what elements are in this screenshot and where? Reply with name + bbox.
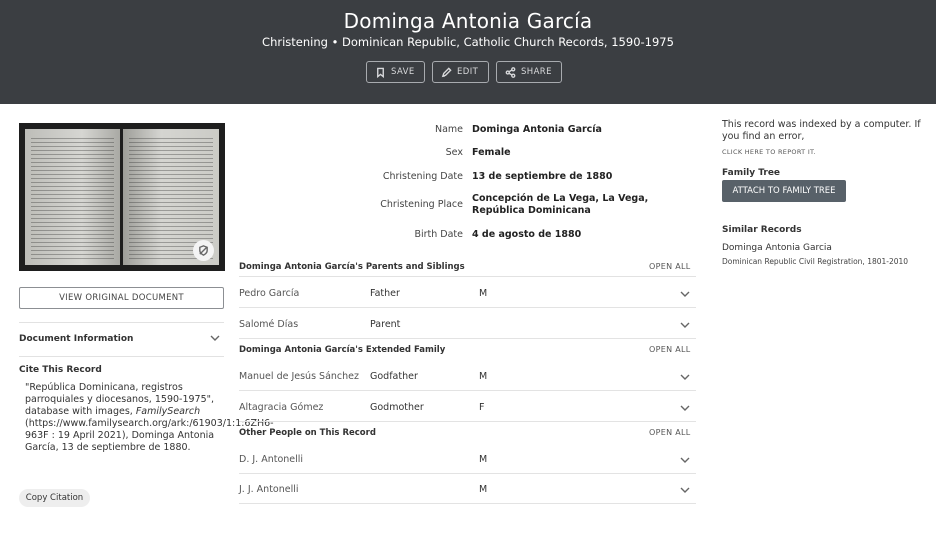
indexed-note: This record was indexed by a computer. I… [722, 119, 921, 142]
person-name: Salomé Días [239, 319, 299, 330]
page-title: Dominga Antonia García [343, 9, 593, 33]
person-row[interactable]: Pedro García Father M [239, 278, 696, 308]
record-actions: SAVE EDIT SHARE [366, 61, 562, 83]
copy-citation-button[interactable]: Copy Citation [19, 489, 90, 507]
person-gender: M [479, 371, 488, 382]
fact-label-christening-date: Christening Date [382, 171, 463, 182]
fact-value-name: Dominga Antonia García [472, 124, 602, 135]
person-name: J. J. Antonelli [239, 484, 299, 495]
person-role: Parent [370, 319, 401, 330]
chevron-down-icon[interactable] [680, 456, 690, 467]
save-label: SAVE [391, 67, 415, 77]
person-row[interactable]: Salomé Días Parent [239, 309, 696, 339]
view-original-document-button[interactable]: VIEW ORIGINAL DOCUMENT [19, 287, 224, 309]
person-name: Pedro García [239, 288, 300, 299]
report-error-link[interactable]: CLICK HERE TO REPORT IT. [722, 148, 816, 156]
person-gender: M [479, 454, 488, 465]
person-row[interactable]: D. J. Antonelli M [239, 444, 696, 474]
edit-label: EDIT [457, 67, 479, 77]
person-role: Father [370, 288, 400, 299]
section-parents-siblings-heading: Dominga Antonia García's Parents and Sib… [239, 262, 465, 272]
person-name: Altagracia Gómez [239, 402, 324, 413]
open-all-link[interactable]: OPEN ALL [649, 428, 691, 437]
fact-label-christening-place: Christening Place [380, 199, 463, 210]
share-label: SHARE [521, 67, 552, 77]
open-all-link[interactable]: OPEN ALL [649, 345, 691, 354]
document-information-toggle[interactable]: Document Information [19, 334, 224, 348]
record-header: Dominga Antonia García Christening • Dom… [0, 0, 936, 104]
similar-record-link[interactable]: Dominga Antonia Garcia [722, 243, 832, 253]
open-all-link[interactable]: OPEN ALL [649, 262, 691, 271]
share-icon [505, 66, 516, 78]
family-tree-heading: Family Tree [722, 168, 781, 178]
divider [19, 356, 224, 357]
divider [19, 322, 224, 323]
pencil-icon [441, 66, 452, 77]
fact-value-sex: Female [472, 147, 511, 158]
person-role: Godfather [370, 371, 418, 382]
fact-label-birth-date: Birth Date [414, 229, 463, 240]
person-row[interactable]: Manuel de Jesús Sánchez Godfather M [239, 361, 696, 391]
chevron-down-icon [210, 335, 220, 345]
document-information-label: Document Information [19, 334, 134, 344]
section-extended-family-heading: Dominga Antonia García's Extended Family [239, 345, 446, 355]
record-subtitle: Christening • Dominican Republic, Cathol… [262, 35, 674, 49]
fact-label-name: Name [434, 124, 463, 135]
person-role: Godmother [370, 402, 424, 413]
chevron-down-icon[interactable] [680, 486, 690, 497]
chevron-down-icon[interactable] [680, 404, 690, 415]
place-line1: Concepción de La Vega, La Vega, [472, 193, 649, 204]
share-button[interactable]: SHARE [496, 61, 562, 83]
similar-records-heading: Similar Records [722, 225, 802, 235]
document-page-left [25, 129, 120, 265]
chevron-down-icon[interactable] [680, 321, 690, 332]
similar-record-collection: Dominican Republic Civil Registration, 1… [722, 257, 909, 266]
edit-button[interactable]: EDIT [432, 61, 489, 83]
shield-icon [199, 245, 208, 256]
divider [239, 276, 696, 277]
fact-value-christening-date: 13 de septiembre de 1880 [472, 171, 613, 182]
fact-value-christening-place: Concepción de La Vega, La Vega, Repúblic… [472, 193, 648, 217]
chevron-down-icon[interactable] [680, 290, 690, 301]
fact-value-birth-date: 4 de agosto de 1880 [472, 229, 582, 240]
save-button[interactable]: SAVE [366, 61, 425, 83]
citation-italic: FamilySearch [135, 406, 201, 417]
cite-heading: Cite This Record [19, 365, 102, 375]
chevron-down-icon[interactable] [680, 373, 690, 384]
person-row[interactable]: J. J. Antonelli M [239, 474, 696, 504]
person-gender: F [479, 402, 485, 413]
section-other-people-heading: Other People on This Record [239, 428, 376, 438]
place-line2: República Dominicana [472, 205, 591, 216]
bookmark-icon [377, 67, 384, 78]
person-name: Manuel de Jesús Sánchez [239, 371, 359, 382]
attach-to-family-tree-button[interactable]: ATTACH TO FAMILY TREE [722, 180, 846, 202]
person-gender: M [479, 484, 488, 495]
image-protection-badge[interactable] [193, 240, 214, 261]
citation-part2: (https://www.familysearch.org/ark:/61903… [25, 418, 274, 453]
fact-label-sex: Sex [445, 147, 463, 158]
person-name: D. J. Antonelli [239, 454, 304, 465]
person-row[interactable]: Altagracia Gómez Godmother F [239, 392, 696, 422]
citation-text: "República Dominicana, registros parroqu… [25, 382, 274, 454]
person-gender: M [479, 288, 488, 299]
